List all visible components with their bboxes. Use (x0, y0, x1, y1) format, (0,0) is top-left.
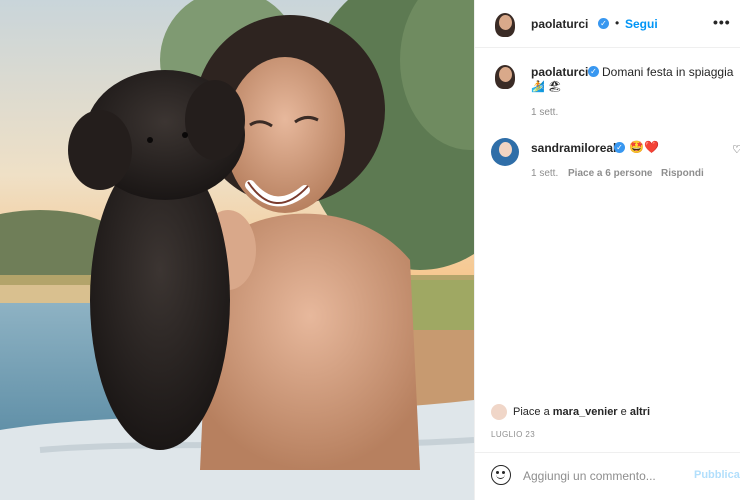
more-options-icon[interactable]: ••• (713, 14, 731, 30)
follow-button[interactable]: Segui (625, 17, 658, 31)
comment-reply-button[interactable]: Rispondi (661, 168, 704, 179)
comment-avatar[interactable] (491, 138, 519, 166)
likes-summary[interactable]: Piace a mara_venier e altri (513, 406, 650, 418)
comment-input[interactable] (523, 466, 683, 486)
author-username[interactable]: paolaturci (531, 17, 588, 31)
post-side-panel: paolaturci ✓ • Segui ••• paolaturci ✓ Do… (474, 0, 740, 500)
separator-dot: • (615, 16, 620, 30)
caption-avatar[interactable] (491, 62, 519, 90)
likes-others[interactable]: altri (630, 406, 650, 418)
caption-emojis: 🏄 🏖 (531, 81, 562, 93)
caption-verified-icon: ✓ (588, 66, 599, 77)
caption-text: Domani festa in spiaggia (602, 65, 734, 79)
comment-likes[interactable]: Piace a 6 persone (568, 168, 653, 179)
likes-user[interactable]: mara_venier (553, 406, 618, 418)
post-photo[interactable] (0, 0, 474, 500)
verified-badge-icon: ✓ (598, 18, 609, 29)
comment-like-icon[interactable]: ♡ (732, 143, 740, 156)
comment-emojis: 🤩❤️ (629, 140, 659, 154)
avatar[interactable] (491, 10, 519, 38)
comment-composer: Pubblica (475, 452, 740, 500)
photo-scene (0, 0, 474, 500)
caption-username[interactable]: paolaturci (531, 65, 588, 79)
likes-conj: e (620, 406, 627, 418)
publish-button[interactable]: Pubblica (694, 469, 740, 481)
liker-avatar[interactable] (491, 404, 507, 420)
comment-username[interactable]: sandramiloreal (531, 141, 616, 155)
post-date[interactable]: LUGLIO 23 (491, 430, 535, 439)
caption-time[interactable]: 1 sett. (531, 107, 558, 118)
comment-verified-icon: ✓ (614, 142, 625, 153)
emoji-picker-icon[interactable] (491, 465, 511, 485)
post-header: paolaturci ✓ • Segui ••• (475, 0, 740, 48)
comment-time[interactable]: 1 sett. (531, 168, 558, 179)
likes-prefix: Piace a (513, 406, 550, 418)
